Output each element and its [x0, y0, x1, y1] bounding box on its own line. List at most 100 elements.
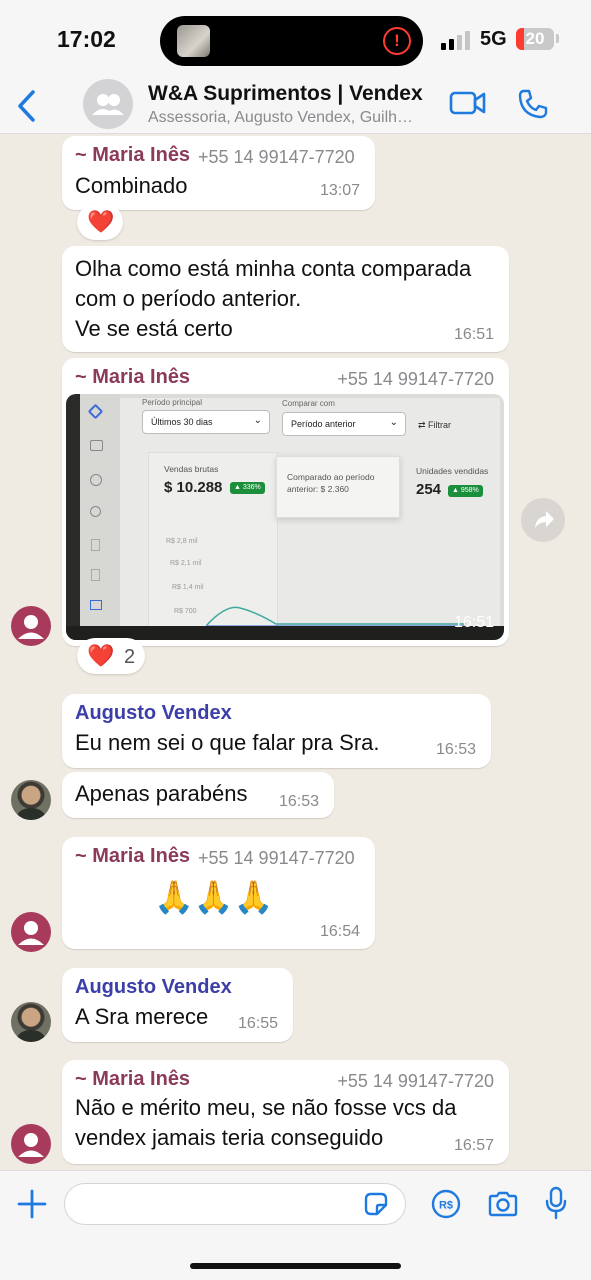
settings-icon — [90, 506, 101, 517]
message-text: Combinado — [75, 173, 188, 198]
alert-icon: ! — [383, 27, 411, 55]
message-bubble[interactable]: Augusto Vendex Eu nem sei o que falar pr… — [62, 694, 491, 768]
sender-name[interactable]: ~ Maria Inês — [75, 845, 190, 868]
unidades-value: 254 — [416, 481, 442, 498]
axis-tick: R$ 2,8 mil — [166, 538, 198, 545]
reaction-badge[interactable]: ❤️ 2 — [77, 638, 145, 674]
person-icon — [18, 1133, 44, 1157]
cellular-signal-icon — [441, 30, 471, 50]
avatar-augusto[interactable] — [11, 780, 51, 820]
voice-call-button[interactable] — [517, 88, 549, 120]
avatar-maria[interactable] — [11, 606, 51, 646]
avatar-maria[interactable] — [11, 1124, 51, 1164]
voice-message-button[interactable] — [544, 1186, 568, 1220]
axis-tick: R$ 700 — [174, 608, 197, 615]
sender-phone: +55 14 99147-7720 — [198, 848, 355, 868]
payment-button[interactable]: R$ — [431, 1189, 461, 1219]
message-text: Eu nem sei o que falar pra Sra. — [75, 730, 380, 755]
battery-icon: 20 — [516, 28, 554, 50]
camera-button[interactable] — [487, 1190, 519, 1218]
composer-bar: R$ — [0, 1170, 591, 1280]
sender-phone: +55 14 99147-7720 — [337, 1071, 494, 1091]
photo-time: 16:51 — [453, 614, 494, 631]
reaction-badge[interactable]: ❤️ — [77, 204, 123, 240]
unidades-badge: ▲ 958% — [448, 485, 483, 497]
message-text: A Sra merece — [75, 1004, 209, 1029]
sales-line-chart — [206, 606, 466, 627]
message-bubble[interactable]: Apenas parabéns 16:53 — [62, 772, 334, 818]
plus-icon — [17, 1189, 47, 1219]
clock: 17:02 — [57, 26, 116, 52]
axis-tick: R$ 2,1 mil — [170, 560, 202, 567]
message-time: 16:53 — [435, 741, 476, 758]
home-indicator[interactable] — [190, 1263, 401, 1269]
battery-percent: 20 — [525, 29, 545, 48]
message-bubble[interactable]: Olha como está minha conta comparada com… — [62, 246, 509, 352]
message-emoji: 🙏🙏🙏 — [154, 879, 274, 915]
chevron-down-icon: ⌄ — [389, 417, 398, 428]
group-icon — [92, 94, 124, 115]
sender-name[interactable]: ~ Maria Inês — [75, 144, 190, 167]
message-text: Apenas parabéns — [75, 781, 248, 806]
video-camera-icon — [449, 91, 486, 115]
message-text-line: Olha como está minha conta comparada — [75, 256, 472, 281]
avatar-augusto[interactable] — [11, 1002, 51, 1042]
message-bubble[interactable]: ~ Maria Inês +55 14 99147-7720 Combinado… — [62, 136, 375, 210]
chevron-left-icon — [18, 90, 35, 122]
message-text-line: com o período anterior. — [75, 286, 302, 311]
dynamic-island[interactable]: ! — [160, 16, 423, 66]
message-text-line: vendex jamais teria conseguido — [75, 1125, 384, 1150]
comparado-tooltip: Comparado ao período anterior: $ 2.360 — [276, 456, 400, 518]
sender-name[interactable]: ~ Maria Inês — [75, 1068, 190, 1091]
sender-name[interactable]: Augusto Vendex — [75, 702, 232, 725]
camera-icon — [488, 1191, 518, 1217]
heart-icon: ❤️ — [87, 643, 115, 668]
sender-phone: +55 14 99147-7720 — [337, 369, 494, 389]
forward-button[interactable] — [521, 498, 565, 542]
back-button[interactable] — [14, 86, 40, 126]
comparado-text: Comparado ao período anterior: $ 2.360 — [287, 472, 375, 494]
status-bar: 17:02 ! 5G 20 — [0, 0, 591, 78]
vendas-label: Vendas brutas — [164, 464, 219, 474]
message-list[interactable]: ~ Maria Inês +55 14 99147-7720 Combinado… — [0, 134, 591, 1170]
video-call-button[interactable] — [449, 90, 487, 116]
comparar-label: Comparar com — [282, 399, 335, 408]
payment-icon: R$ — [431, 1189, 461, 1219]
chat-header: W&A Suprimentos | Vendex Assessoria, Aug… — [0, 78, 591, 134]
message-input[interactable] — [64, 1183, 406, 1225]
message-bubble[interactable]: Augusto Vendex A Sra merece 16:55 — [62, 968, 293, 1042]
message-time: 16:55 — [237, 1015, 278, 1032]
microphone-icon — [545, 1186, 567, 1220]
report-icon — [91, 569, 100, 581]
media-thumbnail — [177, 25, 210, 57]
sender-name[interactable]: ~ Maria Inês — [75, 366, 190, 389]
network-type: 5G — [480, 28, 507, 50]
sender-name[interactable]: Augusto Vendex — [75, 976, 232, 999]
message-time: 13:07 — [319, 182, 360, 199]
message-text-line: Não e mérito meu, se não fosse vcs da — [75, 1095, 457, 1120]
photo-edge — [66, 394, 80, 640]
vendas-badge: ▲ 336% — [230, 482, 265, 494]
person-icon — [18, 921, 44, 945]
message-time: 16:54 — [319, 923, 360, 940]
message-bubble[interactable]: ~ Maria Inês +55 14 99147-7720 🙏🙏🙏 16:54 — [62, 837, 375, 949]
sticker-button[interactable] — [362, 1190, 390, 1218]
store-icon — [90, 440, 103, 451]
comparar-value: Período anterior — [291, 419, 356, 429]
axis-tick: R$ 1,4 mil — [172, 584, 204, 591]
forward-arrow-icon — [535, 511, 554, 528]
periodo-select: Últimos 30 dias ⌄ — [142, 410, 270, 434]
chat-participants[interactable]: Assessoria, Augusto Vendex, Guilh… — [148, 109, 433, 127]
vendas-value: $ 10.288 — [164, 479, 223, 496]
svg-text:R$: R$ — [439, 1200, 453, 1212]
person-icon — [18, 615, 44, 639]
money-icon — [90, 474, 102, 486]
chat-title[interactable]: W&A Suprimentos | Vendex — [148, 82, 423, 106]
message-time: 16:51 — [453, 326, 494, 343]
shared-photo[interactable]: Período principal Últimos 30 dias ⌄ Comp… — [66, 394, 504, 640]
avatar-maria[interactable] — [11, 912, 51, 952]
message-time: 16:57 — [453, 1137, 494, 1154]
attach-button[interactable] — [17, 1189, 47, 1219]
group-avatar[interactable] — [83, 79, 133, 129]
message-bubble[interactable]: ~ Maria Inês +55 14 99147-7720 Não e mér… — [62, 1060, 509, 1164]
